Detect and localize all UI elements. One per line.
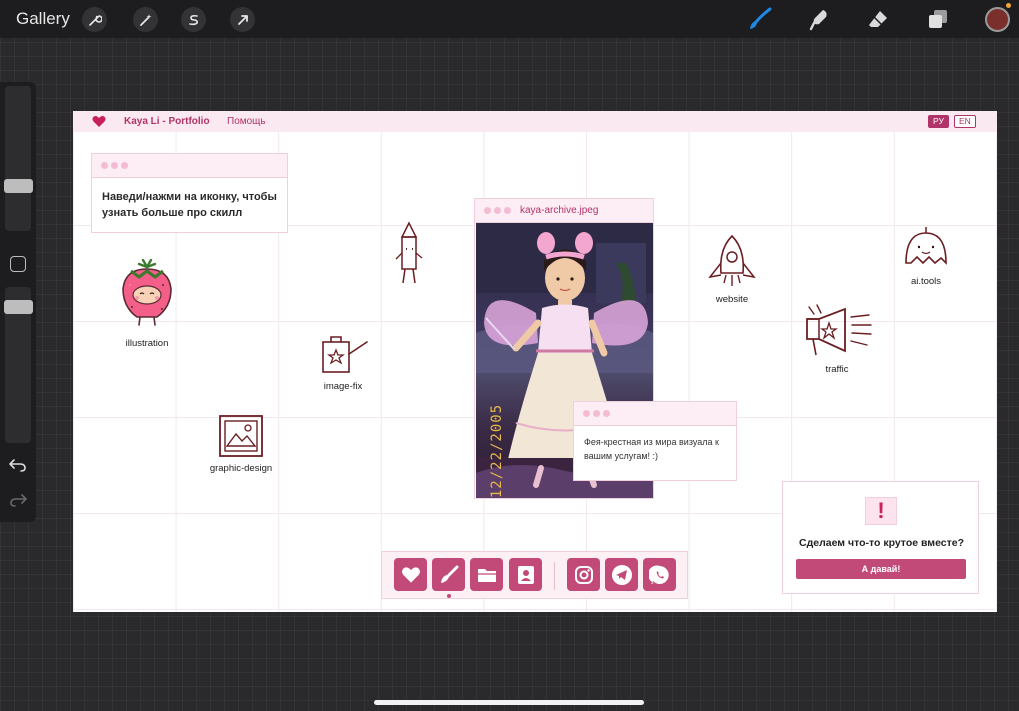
window-dots [583,410,610,417]
megaphone-icon [806,304,872,356]
window-titlebar [92,154,287,178]
wrench-icon[interactable] [82,7,107,32]
undo-icon[interactable] [9,457,27,478]
dock-folder-icon[interactable] [470,558,503,591]
layers-icon[interactable] [925,6,951,32]
color-picker-button[interactable] [985,7,1010,32]
picture-frame-icon [219,415,263,457]
message-window: Фея-крестная из мира визуала к вашим усл… [573,401,737,481]
pencil-character-icon [395,221,423,284]
smudge-icon[interactable] [806,6,832,32]
skill-traffic[interactable]: traffic [799,299,875,375]
window-titlebar: kaya-archive.jpeg [475,199,653,223]
brush-size-knob[interactable] [4,179,33,193]
skill-image-fix[interactable]: image-fix [315,334,371,392]
window-titlebar [574,402,736,426]
skill-graphic-design[interactable]: graphic-design [199,414,283,474]
site-nav: Kaya Li - Portfolio Помощь РУ EN [73,111,997,132]
exclamation-icon: ! [865,497,897,525]
redo-icon[interactable] [9,492,27,513]
window-dots [101,162,128,169]
photo-date-stamp: 12/22/2005 [489,403,506,498]
skill-label: traffic [825,364,849,375]
dock [381,551,688,599]
dock-contact-card-icon[interactable] [509,558,542,591]
opacity-knob[interactable] [4,300,33,314]
modify-button[interactable] [10,256,26,272]
cta-button[interactable]: А давай! [796,559,966,579]
hint-window: Наведи/нажми на иконку, чтобы узнать бол… [91,153,288,233]
message-text: Фея-крестная из мира визуала к вашим усл… [584,437,719,461]
ghost-icon [905,227,947,265]
skill-label: image-fix [323,381,363,392]
skill-illustration[interactable]: illustration [117,258,177,349]
procreate-toolbar: Gallery [0,0,1019,38]
dock-heart-icon[interactable] [394,558,427,591]
dock-separator [554,562,555,590]
dock-active-indicator [447,594,451,598]
canvas: Kaya Li - Portfolio Помощь РУ EN Наведи/… [73,111,997,612]
selection-s-icon[interactable] [181,7,206,32]
paint-bucket-icon [322,336,368,373]
gallery-button[interactable]: Gallery [16,9,70,29]
cta-text: Сделаем что-то крутое вместе? [798,537,965,549]
dock-whatsapp-icon[interactable] [643,558,676,591]
rocket-icon [708,234,756,286]
skill-ai-tools[interactable]: ai.tools [901,225,951,287]
magic-wand-icon[interactable] [133,7,158,32]
window-dots [484,207,511,214]
notification-dot [1006,3,1011,8]
lang-en-button[interactable]: EN [954,115,976,128]
transform-arrow-icon[interactable] [230,7,255,32]
home-indicator[interactable] [374,700,644,705]
skill-pencil[interactable] [391,221,427,294]
photo-window-title: kaya-archive.jpeg [520,205,599,216]
skill-label: illustration [125,338,169,349]
eraser-icon[interactable] [865,6,891,32]
brush-icon[interactable] [747,6,773,32]
skill-label: website [715,294,749,305]
heart-logo-icon[interactable] [92,115,106,133]
brand-link[interactable]: Kaya Li - Portfolio [124,116,210,127]
skill-label: ai.tools [910,276,942,287]
skill-label: graphic-design [209,463,273,474]
dock-brush-icon[interactable] [432,558,465,591]
lang-ru-button[interactable]: РУ [928,115,949,128]
hint-text: Наведи/нажми на иконку, чтобы узнать бол… [102,191,277,219]
cta-card: ! Сделаем что-то крутое вместе? А давай! [782,481,979,594]
dock-telegram-icon[interactable] [605,558,638,591]
help-link[interactable]: Помощь [227,116,266,127]
procreate-sidebar [0,82,36,522]
brush-size-slider[interactable] [5,86,31,231]
skill-website[interactable]: website [703,233,761,305]
dock-instagram-icon[interactable] [567,558,600,591]
strawberry-icon [122,258,172,326]
